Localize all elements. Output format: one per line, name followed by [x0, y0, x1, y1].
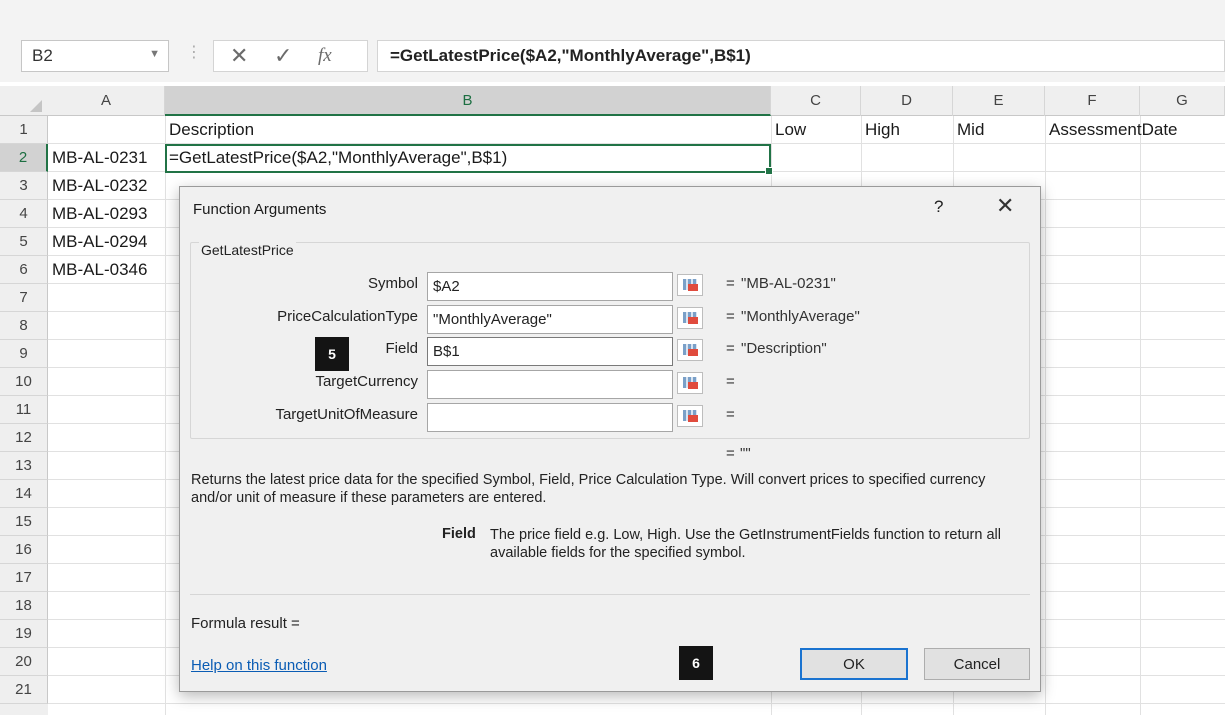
cell-d1[interactable]: High — [861, 116, 953, 144]
argument-label: Symbol — [367, 275, 418, 292]
argument-label: PriceCalculationType — [277, 308, 418, 325]
ribbon-strip — [0, 0, 1225, 28]
dialog-title: Function Arguments — [193, 201, 327, 218]
field-input[interactable]: B$1 — [427, 337, 673, 366]
function-arguments-dialog: Function Arguments ? ✕ GetLatestPrice Sy… — [179, 186, 1041, 692]
row-header[interactable]: 12 — [0, 424, 48, 452]
close-icon[interactable]: ✕ — [996, 193, 1014, 219]
equals-sign: = — [726, 406, 735, 423]
argument-help-name: Field — [442, 526, 476, 542]
overall-equals-sign: = — [726, 445, 735, 462]
row-header[interactable]: 9 — [0, 340, 48, 368]
row-header[interactable]: 8 — [0, 312, 48, 340]
column-header-f[interactable]: F — [1045, 86, 1140, 116]
row-header[interactable]: 6 — [0, 256, 48, 284]
column-header-c[interactable]: C — [771, 86, 861, 116]
argument-label: Field — [385, 340, 418, 357]
overall-result: "" — [740, 445, 751, 462]
name-box-value: B2 — [32, 46, 53, 65]
argument-result: "MB-AL-0231" — [741, 275, 836, 292]
collapse-dialog-icon[interactable] — [677, 274, 703, 296]
argument-result: "MonthlyAverage" — [741, 308, 860, 325]
row-header[interactable]: 5 — [0, 228, 48, 256]
equals-sign: = — [726, 308, 735, 325]
callout-badge-6: 6 — [679, 646, 713, 680]
cell-a3[interactable]: MB-AL-0232 — [48, 172, 165, 200]
column-header-g[interactable]: G — [1140, 86, 1225, 116]
cell-a6[interactable]: MB-AL-0346 — [48, 256, 165, 284]
collapse-dialog-icon[interactable] — [677, 372, 703, 394]
formula-result-label: Formula result = — [191, 615, 300, 632]
column-headers: A B C D E F G — [0, 86, 1225, 116]
argument-row-targetunitofmeasure: TargetUnitOfMeasure = — [190, 401, 1030, 432]
row-header[interactable]: 2 — [0, 144, 48, 172]
cell-a4[interactable]: MB-AL-0293 — [48, 200, 165, 228]
row-header[interactable]: 19 — [0, 620, 48, 648]
cancel-button[interactable]: Cancel — [924, 648, 1030, 680]
enter-icon[interactable]: ✓ — [274, 43, 292, 69]
argument-label: TargetUnitOfMeasure — [275, 406, 418, 423]
argument-result: "Description" — [741, 340, 827, 357]
function-name-label: GetLatestPrice — [199, 242, 296, 258]
targetcurrency-input[interactable] — [427, 370, 673, 399]
cancel-icon[interactable]: ✕ — [230, 43, 248, 69]
cell-a2[interactable]: MB-AL-0231 — [48, 144, 165, 172]
formula-buttons: ✕ ✓ fx — [213, 40, 368, 72]
column-header-d[interactable]: D — [861, 86, 953, 116]
equals-sign: = — [726, 373, 735, 390]
formula-input[interactable]: =GetLatestPrice($A2,"MonthlyAverage",B$1… — [377, 40, 1225, 72]
dialog-divider — [190, 594, 1030, 595]
argument-row-pricecalculationtype: PriceCalculationType "MonthlyAverage" = … — [190, 303, 1030, 334]
collapse-dialog-icon[interactable] — [677, 307, 703, 329]
collapse-dialog-icon[interactable] — [677, 405, 703, 427]
cell-b1[interactable]: Description — [165, 116, 771, 144]
row-headers: 1 2 3 4 5 6 7 8 9 10 11 12 13 14 15 16 1… — [0, 116, 48, 715]
collapse-dialog-icon[interactable] — [677, 339, 703, 361]
targetunitofmeasure-input[interactable] — [427, 403, 673, 432]
cell-f1[interactable]: AssessmentDate — [1045, 116, 1225, 144]
argument-label: TargetCurrency — [315, 373, 418, 390]
help-on-function-link[interactable]: Help on this function — [191, 657, 327, 674]
row-header[interactable]: 20 — [0, 648, 48, 676]
row-header[interactable]: 17 — [0, 564, 48, 592]
ok-button[interactable]: OK — [800, 648, 908, 680]
argument-help-text: The price field e.g. Low, High. Use the … — [490, 527, 1001, 561]
column-header-e[interactable]: E — [953, 86, 1045, 116]
row-header[interactable]: 1 — [0, 116, 48, 144]
row-header[interactable]: 14 — [0, 480, 48, 508]
formula-bar: B2 ▼ ⋮ ✕ ✓ fx =GetLatestPrice($A2,"Month… — [0, 28, 1225, 82]
row-header[interactable]: 13 — [0, 452, 48, 480]
active-cell-b2[interactable]: =GetLatestPrice($A2,"MonthlyAverage",B$1… — [165, 144, 773, 175]
chevron-down-icon[interactable]: ▼ — [149, 48, 160, 60]
argument-row-targetcurrency: TargetCurrency = — [190, 368, 1030, 399]
cell-e1[interactable]: Mid — [953, 116, 1045, 144]
pricecalculationtype-input[interactable]: "MonthlyAverage" — [427, 305, 673, 334]
cell-c1[interactable]: Low — [771, 116, 861, 144]
excel-window: B2 ▼ ⋮ ✕ ✓ fx =GetLatestPrice($A2,"Month… — [0, 0, 1225, 715]
symbol-input[interactable]: $A2 — [427, 272, 673, 301]
row-header[interactable]: 4 — [0, 200, 48, 228]
insert-function-icon[interactable]: fx — [318, 45, 332, 67]
row-header[interactable]: 16 — [0, 536, 48, 564]
callout-badge-5: 5 — [315, 337, 349, 371]
argument-row-symbol: Symbol $A2 = "MB-AL-0231" — [190, 270, 1030, 301]
grip-icon: ⋮ — [186, 44, 202, 61]
column-header-b[interactable]: B — [165, 86, 771, 116]
equals-sign: = — [726, 340, 735, 357]
cell-a5[interactable]: MB-AL-0294 — [48, 228, 165, 256]
select-all-corner[interactable] — [0, 86, 48, 116]
column-header-a[interactable]: A — [48, 86, 165, 116]
row-header[interactable]: 15 — [0, 508, 48, 536]
equals-sign: = — [726, 275, 735, 292]
function-description: Returns the latest price data for the sp… — [191, 472, 986, 506]
row-header[interactable]: 10 — [0, 368, 48, 396]
help-icon[interactable]: ? — [934, 197, 943, 217]
row-header[interactable]: 18 — [0, 592, 48, 620]
row-header[interactable]: 21 — [0, 676, 48, 704]
row-header[interactable]: 7 — [0, 284, 48, 312]
row-header[interactable]: 11 — [0, 396, 48, 424]
row-header[interactable]: 3 — [0, 172, 48, 200]
name-box[interactable]: B2 ▼ — [21, 40, 169, 72]
